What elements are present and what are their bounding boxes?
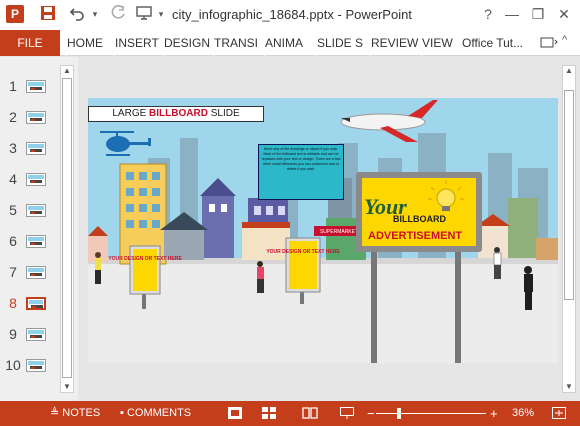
scroll-up-icon[interactable]: ▲ bbox=[63, 66, 71, 75]
scroll-down-icon[interactable]: ▼ bbox=[63, 382, 71, 391]
slide-number: 10 bbox=[5, 357, 21, 373]
tab-animations[interactable]: ANIMA bbox=[264, 30, 303, 56]
tab-design[interactable]: DESIGN bbox=[163, 30, 210, 56]
account-icon[interactable] bbox=[540, 36, 558, 55]
slide-thumbnail[interactable]: 4 bbox=[0, 169, 60, 191]
close-button[interactable]: ✕ bbox=[552, 3, 576, 25]
slide-thumbnail[interactable]: 7 bbox=[0, 262, 60, 284]
zoom-in-button[interactable]: + bbox=[490, 401, 500, 426]
zoom-level[interactable]: 36% bbox=[512, 401, 534, 426]
slideshow-icon[interactable] bbox=[340, 401, 358, 426]
slide-preview[interactable] bbox=[26, 173, 46, 186]
slide-thumbnail[interactable]: 10 bbox=[0, 355, 60, 377]
help-button[interactable]: ? bbox=[476, 3, 500, 25]
slide-thumbnail[interactable]: 3 bbox=[0, 138, 60, 160]
slide-thumbnail[interactable]: 6 bbox=[0, 231, 60, 253]
slide-number: 7 bbox=[9, 264, 17, 280]
instruction-callout[interactable]: Move any of the drawings or clipart if y… bbox=[258, 144, 344, 200]
slide-number: 3 bbox=[9, 140, 17, 156]
editor-scrollbar-thumb[interactable] bbox=[564, 90, 574, 300]
city-illustration: SUPERMARKET Your BILLBOARD ADVERTISEMENT… bbox=[88, 98, 558, 363]
tab-view[interactable]: VIEW bbox=[421, 30, 453, 56]
slide-number: 8 bbox=[9, 295, 17, 311]
undo-icon[interactable] bbox=[66, 5, 88, 23]
normal-view-icon[interactable] bbox=[228, 401, 246, 426]
slide-preview[interactable] bbox=[26, 111, 46, 124]
svg-text:YOUR DESIGN OR TEXT HERE: YOUR DESIGN OR TEXT HERE bbox=[266, 249, 340, 255]
zoom-slider-handle[interactable] bbox=[397, 408, 401, 419]
title-bar: P ▾ ▾ city_infographic_18684.pptx - Powe… bbox=[0, 0, 580, 30]
slide-preview[interactable] bbox=[26, 359, 46, 372]
slide-preview[interactable] bbox=[26, 80, 46, 93]
svg-text:SUPERMARKET: SUPERMARKET bbox=[320, 229, 358, 235]
thumbnail-scrollbar-thumb[interactable] bbox=[62, 78, 72, 378]
slide-thumbnail[interactable]: 1 bbox=[0, 76, 60, 98]
ribbon-tabs: FILE HOME INSERT DESIGN TRANSI ANIMA SLI… bbox=[0, 30, 580, 56]
status-bar: ≜ NOTES ▪ COMMENTS − + 36% bbox=[0, 401, 580, 426]
comment-icon: ▪ bbox=[120, 407, 127, 419]
zoom-slider[interactable] bbox=[376, 413, 486, 414]
slide-number: 4 bbox=[9, 171, 17, 187]
reading-view-icon[interactable] bbox=[302, 401, 320, 426]
window-title: city_infographic_18684.pptx - PowerPoint bbox=[172, 7, 412, 22]
slide-thumbnail[interactable]: 8 bbox=[0, 293, 60, 315]
slide-preview[interactable] bbox=[26, 266, 46, 279]
tab-file[interactable]: FILE bbox=[0, 30, 60, 56]
redo-icon[interactable] bbox=[108, 5, 128, 23]
zoom-out-button[interactable]: − bbox=[367, 401, 375, 426]
slide-preview[interactable] bbox=[26, 297, 46, 310]
fit-to-window-icon[interactable] bbox=[552, 401, 570, 426]
slide-8[interactable]: SUPERMARKET Your BILLBOARD ADVERTISEMENT… bbox=[88, 98, 558, 363]
slide-sorter-icon[interactable] bbox=[262, 401, 280, 426]
presentation-icon[interactable] bbox=[134, 5, 154, 23]
slide-thumbnail[interactable]: 9 bbox=[0, 324, 60, 346]
slide-title[interactable]: LARGE BILLBOARD SLIDE bbox=[88, 106, 264, 122]
customize-toolbar-icon[interactable]: ▾ bbox=[156, 5, 166, 23]
billboard-line2-text: BILLBOARD bbox=[393, 214, 446, 224]
user-account[interactable]: Office Tut... bbox=[462, 30, 523, 56]
slide-number: 6 bbox=[9, 233, 17, 249]
editor-scroll-up-icon[interactable]: ▲ bbox=[565, 66, 573, 75]
undo-dropdown-icon[interactable]: ▾ bbox=[90, 5, 100, 23]
tab-slide-show[interactable]: SLIDE S bbox=[316, 30, 363, 56]
powerpoint-app-icon: P bbox=[6, 5, 24, 23]
editor-scroll-down-icon[interactable]: ▼ bbox=[565, 382, 573, 391]
minimize-button[interactable]: — bbox=[500, 3, 524, 25]
svg-text:YOUR DESIGN OR TEXT HERE: YOUR DESIGN OR TEXT HERE bbox=[108, 256, 182, 262]
slide-thumbnail[interactable]: 5 bbox=[0, 200, 60, 222]
tab-home[interactable]: HOME bbox=[66, 30, 103, 56]
restore-button[interactable]: ❐ bbox=[526, 3, 550, 25]
person-icon bbox=[95, 252, 101, 284]
slide-number: 1 bbox=[9, 78, 17, 94]
save-icon[interactable] bbox=[38, 5, 58, 23]
slide-number: 2 bbox=[9, 109, 17, 125]
notes-icon: ≜ bbox=[50, 407, 63, 419]
slide-preview[interactable] bbox=[26, 204, 46, 217]
tab-review[interactable]: REVIEW bbox=[370, 30, 418, 56]
slide-preview[interactable] bbox=[26, 235, 46, 248]
slide-thumbnail[interactable]: 2 bbox=[0, 107, 60, 129]
notes-button[interactable]: ≜ NOTES bbox=[50, 401, 100, 426]
collapse-ribbon-icon[interactable]: ^ bbox=[562, 34, 567, 46]
tab-insert[interactable]: INSERT bbox=[114, 30, 159, 56]
slide-preview[interactable] bbox=[26, 142, 46, 155]
slide-number: 5 bbox=[9, 202, 17, 218]
tab-transitions[interactable]: TRANSI bbox=[213, 30, 258, 56]
comments-button[interactable]: ▪ COMMENTS bbox=[120, 401, 191, 426]
slide-number: 9 bbox=[9, 326, 17, 342]
billboard-line3-text: ADVERTISEMENT bbox=[368, 230, 462, 242]
slide-preview[interactable] bbox=[26, 328, 46, 341]
